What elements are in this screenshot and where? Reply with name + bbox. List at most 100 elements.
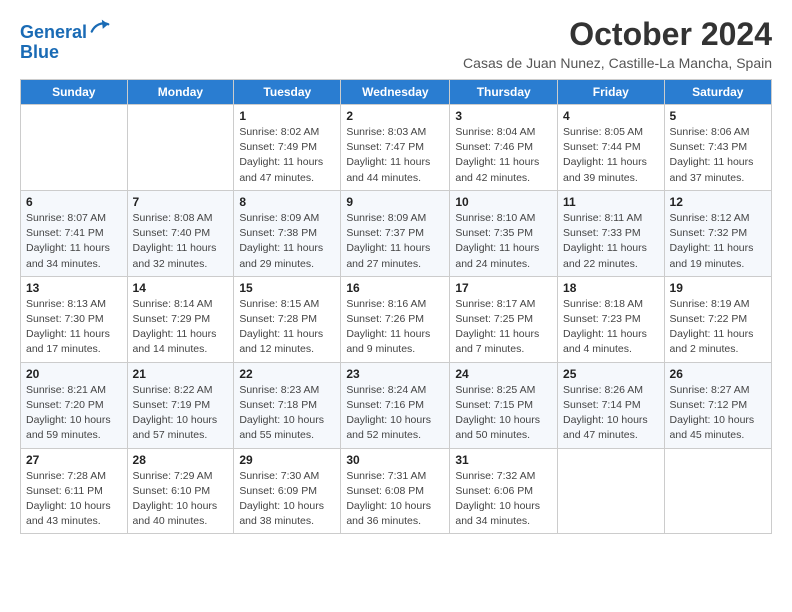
day-info: Sunrise: 8:06 AM Sunset: 7:43 PM Dayligh… (670, 125, 766, 186)
calendar-cell: 8 Sunrise: 8:09 AM Sunset: 7:38 PM Daylig… (234, 190, 341, 276)
day-number: 20 (26, 367, 122, 381)
calendar-cell: 25Sunrise: 8:26 AM Sunset: 7:14 PM Dayli… (558, 362, 665, 448)
calendar-cell: 5 Sunrise: 8:06 AM Sunset: 7:43 PM Daylig… (664, 105, 771, 191)
day-info: Sunrise: 8:04 AM Sunset: 7:46 PM Dayligh… (455, 125, 552, 186)
calendar-cell: 7Sunrise: 8:08 AM Sunset: 7:40 PM Daylig… (127, 190, 234, 276)
day-info: Sunrise: 8:09 AM Sunset: 7:37 PM Dayligh… (346, 211, 444, 272)
day-number: 21 (133, 367, 229, 381)
calendar-cell: 22Sunrise: 8:23 AM Sunset: 7:18 PM Dayli… (234, 362, 341, 448)
day-info: Sunrise: 8:17 AM Sunset: 7:25 PM Dayligh… (455, 297, 552, 358)
day-number: 16 (346, 281, 444, 295)
calendar-cell: 15Sunrise: 8:15 AM Sunset: 7:28 PM Dayli… (234, 276, 341, 362)
calendar: SundayMondayTuesdayWednesdayThursdayFrid… (20, 79, 772, 534)
calendar-cell: 20Sunrise: 8:21 AM Sunset: 7:20 PM Dayli… (21, 362, 128, 448)
page: General Blue October 2024 Casas de Juan … (0, 0, 792, 544)
calendar-header-thursday: Thursday (450, 80, 558, 105)
calendar-cell: 9 Sunrise: 8:09 AM Sunset: 7:37 PM Daylig… (341, 190, 450, 276)
day-number: 13 (26, 281, 122, 295)
calendar-cell: 14 Sunrise: 8:14 AM Sunset: 7:29 PM Dayli… (127, 276, 234, 362)
calendar-cell: 11 Sunrise: 8:11 AM Sunset: 7:33 PM Dayli… (558, 190, 665, 276)
day-number: 14 (133, 281, 229, 295)
calendar-cell: 4 Sunrise: 8:05 AM Sunset: 7:44 PM Daylig… (558, 105, 665, 191)
calendar-cell (664, 448, 771, 534)
day-info: Sunrise: 8:24 AM Sunset: 7:16 PM Dayligh… (346, 383, 444, 444)
day-number: 11 (563, 195, 659, 209)
day-info: Sunrise: 8:19 AM Sunset: 7:22 PM Dayligh… (670, 297, 766, 358)
title-block: October 2024 Casas de Juan Nunez, Castil… (463, 16, 772, 71)
calendar-cell: 13 Sunrise: 8:13 AM Sunset: 7:30 PM Dayli… (21, 276, 128, 362)
day-info: Sunrise: 7:28 AM Sunset: 6:11 PM Dayligh… (26, 469, 122, 530)
calendar-week-1: 1Sunrise: 8:02 AM Sunset: 7:49 PM Daylig… (21, 105, 772, 191)
calendar-cell: 21 Sunrise: 8:22 AM Sunset: 7:19 PM Dayli… (127, 362, 234, 448)
day-number: 8 (239, 195, 335, 209)
day-number: 4 (563, 109, 659, 123)
day-number: 12 (670, 195, 766, 209)
calendar-week-4: 20Sunrise: 8:21 AM Sunset: 7:20 PM Dayli… (21, 362, 772, 448)
day-info: Sunrise: 8:03 AM Sunset: 7:47 PM Dayligh… (346, 125, 444, 186)
calendar-cell: 29Sunrise: 7:30 AM Sunset: 6:09 PM Dayli… (234, 448, 341, 534)
day-number: 23 (346, 367, 444, 381)
day-info: Sunrise: 8:27 AM Sunset: 7:12 PM Dayligh… (670, 383, 766, 444)
main-title: October 2024 (463, 16, 772, 53)
calendar-cell (127, 105, 234, 191)
calendar-header-saturday: Saturday (664, 80, 771, 105)
header: General Blue October 2024 Casas de Juan … (20, 16, 772, 71)
logo-icon (89, 16, 111, 38)
day-number: 27 (26, 453, 122, 467)
day-number: 19 (670, 281, 766, 295)
calendar-cell: 12Sunrise: 8:12 AM Sunset: 7:32 PM Dayli… (664, 190, 771, 276)
calendar-cell: 28 Sunrise: 7:29 AM Sunset: 6:10 PM Dayli… (127, 448, 234, 534)
day-number: 18 (563, 281, 659, 295)
calendar-cell: 6 Sunrise: 8:07 AM Sunset: 7:41 PM Daylig… (21, 190, 128, 276)
day-info: Sunrise: 8:26 AM Sunset: 7:14 PM Dayligh… (563, 383, 659, 444)
day-info: Sunrise: 8:16 AM Sunset: 7:26 PM Dayligh… (346, 297, 444, 358)
calendar-header-row: SundayMondayTuesdayWednesdayThursdayFrid… (21, 80, 772, 105)
calendar-header-monday: Monday (127, 80, 234, 105)
day-number: 31 (455, 453, 552, 467)
day-info: Sunrise: 8:02 AM Sunset: 7:49 PM Dayligh… (239, 125, 335, 186)
day-info: Sunrise: 8:13 AM Sunset: 7:30 PM Dayligh… (26, 297, 122, 358)
calendar-cell: 17 Sunrise: 8:17 AM Sunset: 7:25 PM Dayli… (450, 276, 558, 362)
calendar-cell: 1Sunrise: 8:02 AM Sunset: 7:49 PM Daylig… (234, 105, 341, 191)
calendar-cell: 24Sunrise: 8:25 AM Sunset: 7:15 PM Dayli… (450, 362, 558, 448)
day-info: Sunrise: 8:14 AM Sunset: 7:29 PM Dayligh… (133, 297, 229, 358)
day-number: 28 (133, 453, 229, 467)
day-number: 3 (455, 109, 552, 123)
day-number: 5 (670, 109, 766, 123)
day-info: Sunrise: 8:11 AM Sunset: 7:33 PM Dayligh… (563, 211, 659, 272)
calendar-cell: 31 Sunrise: 7:32 AM Sunset: 6:06 PM Dayli… (450, 448, 558, 534)
calendar-cell: 16 Sunrise: 8:16 AM Sunset: 7:26 PM Dayli… (341, 276, 450, 362)
calendar-cell: 23 Sunrise: 8:24 AM Sunset: 7:16 PM Dayli… (341, 362, 450, 448)
day-info: Sunrise: 7:31 AM Sunset: 6:08 PM Dayligh… (346, 469, 444, 530)
day-number: 17 (455, 281, 552, 295)
day-info: Sunrise: 8:15 AM Sunset: 7:28 PM Dayligh… (239, 297, 335, 358)
logo-general: General (20, 22, 87, 42)
logo-blue: Blue (20, 43, 111, 63)
logo: General Blue (20, 16, 111, 63)
day-info: Sunrise: 8:25 AM Sunset: 7:15 PM Dayligh… (455, 383, 552, 444)
calendar-week-2: 6 Sunrise: 8:07 AM Sunset: 7:41 PM Daylig… (21, 190, 772, 276)
day-number: 7 (133, 195, 229, 209)
calendar-cell: 19 Sunrise: 8:19 AM Sunset: 7:22 PM Dayli… (664, 276, 771, 362)
day-info: Sunrise: 8:09 AM Sunset: 7:38 PM Dayligh… (239, 211, 335, 272)
day-info: Sunrise: 7:32 AM Sunset: 6:06 PM Dayligh… (455, 469, 552, 530)
calendar-cell: 27 Sunrise: 7:28 AM Sunset: 6:11 PM Dayli… (21, 448, 128, 534)
day-number: 2 (346, 109, 444, 123)
day-info: Sunrise: 7:29 AM Sunset: 6:10 PM Dayligh… (133, 469, 229, 530)
calendar-week-5: 27 Sunrise: 7:28 AM Sunset: 6:11 PM Dayli… (21, 448, 772, 534)
calendar-cell: 3 Sunrise: 8:04 AM Sunset: 7:46 PM Daylig… (450, 105, 558, 191)
day-info: Sunrise: 8:05 AM Sunset: 7:44 PM Dayligh… (563, 125, 659, 186)
day-number: 26 (670, 367, 766, 381)
calendar-header-wednesday: Wednesday (341, 80, 450, 105)
logo-text: General (20, 16, 111, 43)
day-info: Sunrise: 8:07 AM Sunset: 7:41 PM Dayligh… (26, 211, 122, 272)
day-number: 9 (346, 195, 444, 209)
calendar-cell: 18Sunrise: 8:18 AM Sunset: 7:23 PM Dayli… (558, 276, 665, 362)
day-number: 6 (26, 195, 122, 209)
calendar-cell: 2 Sunrise: 8:03 AM Sunset: 7:47 PM Daylig… (341, 105, 450, 191)
day-number: 30 (346, 453, 444, 467)
calendar-header-friday: Friday (558, 80, 665, 105)
day-info: Sunrise: 8:22 AM Sunset: 7:19 PM Dayligh… (133, 383, 229, 444)
calendar-header-tuesday: Tuesday (234, 80, 341, 105)
calendar-header-sunday: Sunday (21, 80, 128, 105)
